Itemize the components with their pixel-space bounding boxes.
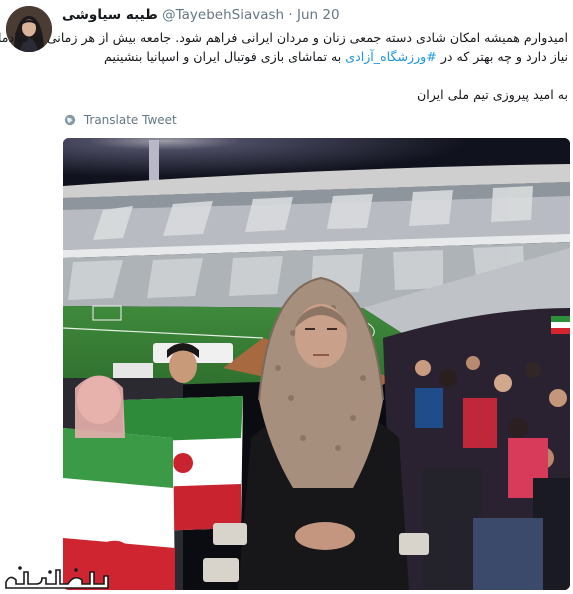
tweet-header: طیبه سیاوشی @TayebehSiavash · Jun 20 (62, 6, 340, 24)
tweet-text-line-3: به امید پیروزی تیم ملی ایران (416, 87, 568, 102)
watermark-logo (2, 560, 110, 590)
tweet-card[interactable]: طیبه سیاوشی @TayebehSiavash · Jun 20 امی… (0, 0, 573, 594)
author-handle[interactable]: @TayebehSiavash (162, 7, 284, 23)
tweet-text-line-2-start: نیاز دارد و چه بهتر که در (440, 49, 568, 64)
author-name[interactable]: طیبه سیاوشی (62, 7, 158, 23)
tweet-photo[interactable] (63, 138, 570, 590)
globe-icon (64, 114, 76, 126)
header-separator: · (288, 7, 293, 23)
translate-tweet-link[interactable]: Translate Tweet (64, 112, 177, 128)
javanonline-logo (5, 566, 109, 589)
stadium-photo (63, 138, 570, 590)
tweet-text-line-1: امیدوارم همیشه امکان شادی دسته جمعی زنان… (0, 30, 568, 45)
tweet-text-line-2-end: به تماشای بازی فوتبال ایران و اسپانیا بن… (104, 49, 342, 64)
tweet-date[interactable]: Jun 20 (297, 7, 340, 23)
tweet-text-line-2: نیاز دارد و چه بهتر که در #ورزشگاه_آزادی… (62, 47, 568, 66)
translate-label: Translate Tweet (83, 113, 177, 127)
tweet-text: امیدوارم همیشه امکان شادی دسته جمعی زنان… (0, 28, 568, 104)
hashtag-link[interactable]: #ورزشگاه_آزادی (345, 49, 437, 64)
